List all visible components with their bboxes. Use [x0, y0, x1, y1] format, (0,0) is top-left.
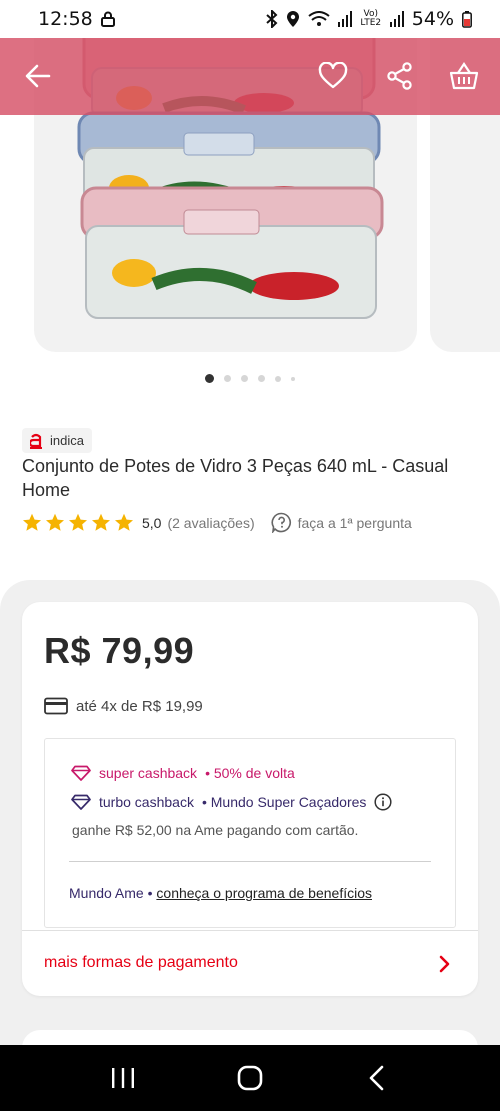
carousel-dot[interactable]	[291, 376, 295, 381]
home-icon	[237, 1065, 263, 1091]
divider	[22, 930, 478, 931]
americanas-indica-badge: indica	[22, 428, 92, 453]
location-icon	[286, 11, 299, 27]
lock-icon	[100, 11, 115, 27]
star-icon	[69, 513, 87, 531]
status-bar: 12:58 Vo) LTE2 54%	[0, 0, 500, 38]
chevron-left-icon	[369, 1065, 383, 1091]
price-card: R$ 79,99 até 4x de R$ 19,99 super cashba…	[22, 602, 478, 996]
product-title: Conjunto de Potes de Vidro 3 Peças 640 m…	[22, 456, 449, 500]
wifi-icon	[308, 11, 330, 26]
top-toolbar	[0, 38, 500, 115]
star-icon	[92, 513, 110, 531]
back-button[interactable]	[14, 52, 62, 100]
home-button[interactable]	[230, 1058, 270, 1098]
star-icon	[115, 513, 133, 531]
share-button[interactable]	[376, 52, 424, 100]
network-label: Vo) LTE2	[360, 9, 382, 28]
diamond-icon	[71, 794, 91, 810]
ask-question-label: faça a 1ª pergunta	[297, 514, 412, 531]
basket-icon	[449, 62, 479, 90]
diamond-icon	[71, 765, 91, 781]
recent-apps-icon	[112, 1068, 135, 1088]
rating-count-link[interactable]: (2 avaliações)	[167, 515, 254, 531]
installments: até 4x de R$ 19,99	[44, 697, 203, 715]
ask-question-link[interactable]: faça a 1ª pergunta	[271, 512, 412, 533]
cashback-box: super cashback • 50% de volta turbo cash…	[44, 738, 456, 928]
share-icon	[387, 62, 412, 90]
divider	[69, 861, 431, 862]
star-rating	[22, 513, 134, 532]
back-nav-button[interactable]	[357, 1058, 397, 1098]
carousel-indicators	[0, 374, 500, 383]
turbo-cashback-value: • Mundo Super Caçadores	[201, 794, 367, 810]
bluetooth-icon	[266, 10, 278, 28]
battery-percent: 54%	[411, 8, 454, 30]
turbo-cashback-label: turbo cashback	[99, 794, 194, 810]
badge-label: indica	[50, 433, 84, 448]
carousel-dot[interactable]	[258, 375, 265, 382]
chevron-right-icon[interactable]	[432, 952, 456, 976]
carousel-dot[interactable]	[241, 375, 248, 382]
super-cashback-value: • 50% de volta	[205, 765, 295, 781]
more-payment-options-link[interactable]: mais formas de pagamento	[44, 954, 238, 972]
super-cashback-row: super cashback • 50% de volta	[71, 765, 295, 781]
carousel-dot[interactable]	[275, 375, 281, 382]
price: R$ 79,99	[44, 630, 195, 671]
status-time: 12:58	[38, 8, 93, 30]
carousel-dot[interactable]	[205, 374, 214, 383]
super-cashback-label: super cashback	[99, 765, 198, 781]
signal-2-icon	[389, 11, 404, 27]
rating-value: 5,0	[142, 514, 162, 531]
info-icon[interactable]	[374, 793, 392, 811]
heart-icon	[318, 62, 348, 89]
signal-icon	[337, 11, 352, 27]
mundo-ame-label: Mundo Ame •	[69, 885, 153, 901]
arrow-left-icon	[25, 64, 51, 88]
cart-button[interactable]	[440, 52, 488, 100]
price-section: R$ 79,99 até 4x de R$ 19,99 super cashba…	[0, 580, 500, 1050]
turbo-cashback-row: turbo cashback • Mundo Super Caçadores	[71, 793, 392, 811]
installments-label: até 4x de R$ 19,99	[76, 697, 203, 715]
carousel-dot[interactable]	[224, 375, 231, 382]
americanas-logo-icon	[30, 433, 42, 449]
ame-cashback-note: ganhe R$ 52,00 na Ame pagando com cartão…	[72, 822, 359, 838]
recent-apps-button[interactable]	[103, 1058, 143, 1098]
star-icon	[23, 513, 41, 531]
benefits-program-link[interactable]: conheça o programa de benefícios	[156, 885, 372, 901]
question-circle-icon	[271, 512, 291, 533]
favorite-button[interactable]	[309, 52, 357, 100]
mundo-ame-row: Mundo Ame • conheça o programa de benefí…	[69, 885, 372, 901]
system-navigation-bar	[0, 1045, 500, 1111]
star-icon	[46, 513, 64, 531]
rating-row: 5,0 (2 avaliações) faça a 1ª pergunta	[22, 512, 412, 533]
battery-icon	[462, 10, 472, 28]
credit-card-icon	[44, 697, 68, 715]
